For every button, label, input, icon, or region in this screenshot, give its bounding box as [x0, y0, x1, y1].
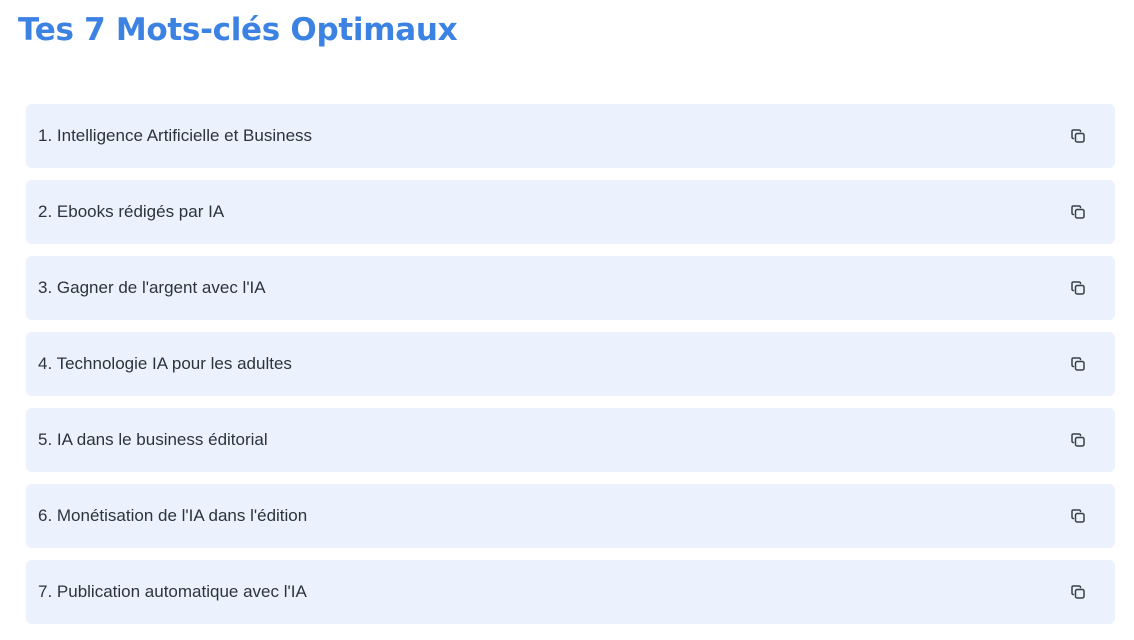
copy-button-5[interactable]	[1066, 428, 1090, 452]
keyword-label: 1. Intelligence Artificielle et Business	[38, 126, 313, 145]
copy-icon	[1071, 205, 1085, 219]
copy-button-1[interactable]	[1066, 124, 1090, 148]
copy-icon	[1071, 433, 1085, 447]
keyword-item-3: 3. Gagner de l'argent avec l'IA	[26, 256, 1115, 320]
keyword-item-4: 4. Technologie IA pour les adultes	[26, 332, 1115, 396]
page-title: Tes 7 Mots-clés Optimaux	[18, 12, 458, 48]
copy-icon	[1071, 281, 1085, 295]
copy-button-2[interactable]	[1066, 200, 1090, 224]
copy-icon	[1071, 509, 1085, 523]
keyword-label: 6. Monétisation de l'IA dans l'édition	[38, 506, 308, 525]
keyword-label: 7. Publication automatique avec l'IA	[38, 582, 307, 601]
copy-icon	[1071, 357, 1085, 371]
keyword-item-2: 2. Ebooks rédigés par IA	[26, 180, 1115, 244]
keyword-item-7: 7. Publication automatique avec l'IA	[26, 560, 1115, 624]
copy-button-3[interactable]	[1066, 276, 1090, 300]
keyword-list: 1. Intelligence Artificielle et Business…	[26, 104, 1115, 636]
copy-icon	[1071, 585, 1085, 599]
keyword-label: 4. Technologie IA pour les adultes	[38, 354, 292, 373]
copy-icon	[1071, 129, 1085, 143]
keyword-label: 3. Gagner de l'argent avec l'IA	[38, 278, 266, 297]
copy-button-6[interactable]	[1066, 504, 1090, 528]
keyword-item-6: 6. Monétisation de l'IA dans l'édition	[26, 484, 1115, 548]
copy-button-7[interactable]	[1066, 580, 1090, 604]
copy-button-4[interactable]	[1066, 352, 1090, 376]
keyword-item-1: 1. Intelligence Artificielle et Business	[26, 104, 1115, 168]
keyword-item-5: 5. IA dans le business éditorial	[26, 408, 1115, 472]
keyword-label: 2. Ebooks rédigés par IA	[38, 202, 225, 221]
keyword-label: 5. IA dans le business éditorial	[38, 430, 268, 449]
